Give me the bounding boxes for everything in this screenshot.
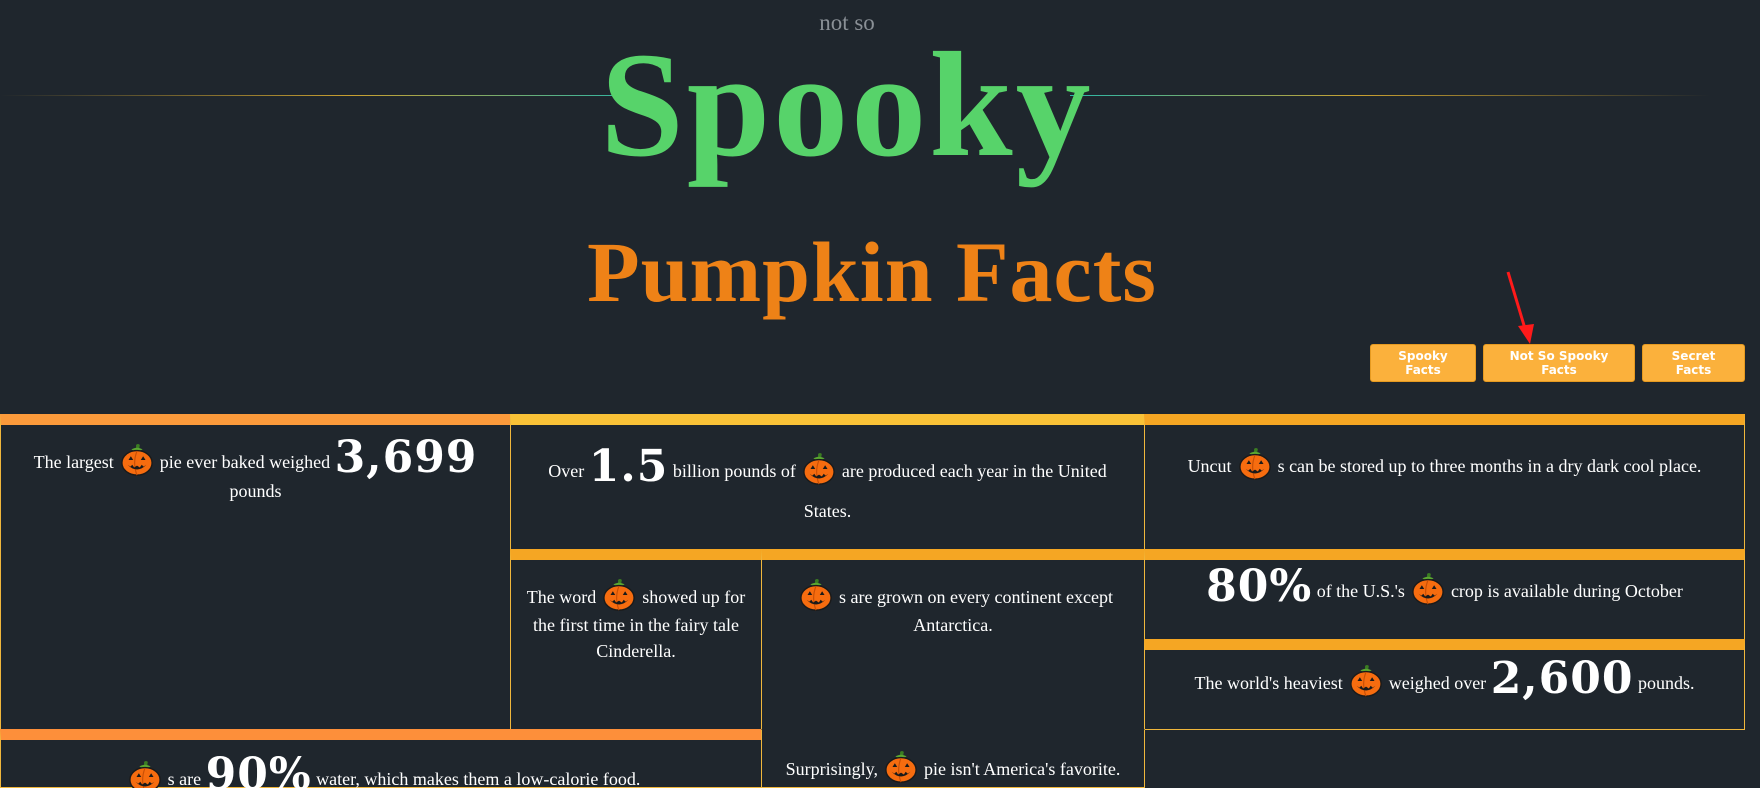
fact-number: 3,699: [334, 432, 478, 483]
not-so-spooky-facts-button[interactable]: Not So Spooky Facts: [1483, 344, 1635, 382]
red-arrow-icon: [1506, 271, 1534, 344]
fact-number: 1.5: [588, 441, 669, 492]
page-title: Spooky: [600, 22, 1094, 188]
fact-number: 90%: [205, 749, 312, 788]
jack-o-lantern-icon: [802, 452, 836, 486]
fact-card-continents: s are grown on every continent except An…: [761, 549, 1145, 730]
fact-card-cinderella: The word showed up for the first time in …: [510, 549, 762, 730]
jack-o-lantern-icon: [128, 760, 162, 788]
fact-card-heaviest: The world's heaviest weighed over 2,600 p…: [1144, 639, 1745, 730]
jack-o-lantern-icon: [799, 578, 833, 612]
spooky-facts-button[interactable]: Spooky Facts: [1370, 344, 1476, 382]
fact-card-production: Over 1.5 billion pounds of are produced e…: [510, 414, 1145, 550]
jack-o-lantern-icon: [1411, 572, 1445, 606]
jack-o-lantern-icon: [884, 750, 918, 784]
jack-o-lantern-icon: [602, 578, 636, 612]
fact-card-largest-pie: The largest pie ever baked weighed 3,699 …: [0, 414, 511, 730]
fact-card-pie-favorite: Surprisingly, pie isn't America's favorit…: [761, 729, 1145, 788]
jack-o-lantern-icon: [1349, 664, 1383, 698]
fact-nav: Spooky Facts Not So Spooky Facts Secret …: [1370, 344, 1745, 382]
jack-o-lantern-icon: [120, 443, 154, 477]
jack-o-lantern-icon: [1238, 447, 1272, 481]
page-subtitle: Pumpkin Facts: [587, 224, 1157, 320]
fact-card-water: s are 90% water, which makes them a low-…: [0, 729, 762, 788]
fact-card-october-crop: 80% of the U.S.'s crop is available durin…: [1144, 549, 1745, 640]
fact-number: 80%: [1206, 561, 1313, 612]
secret-facts-button[interactable]: Secret Facts: [1642, 344, 1745, 382]
fact-card-storage: Uncut s can be stored up to three months …: [1144, 414, 1745, 550]
fact-number: 2,600: [1490, 653, 1634, 704]
